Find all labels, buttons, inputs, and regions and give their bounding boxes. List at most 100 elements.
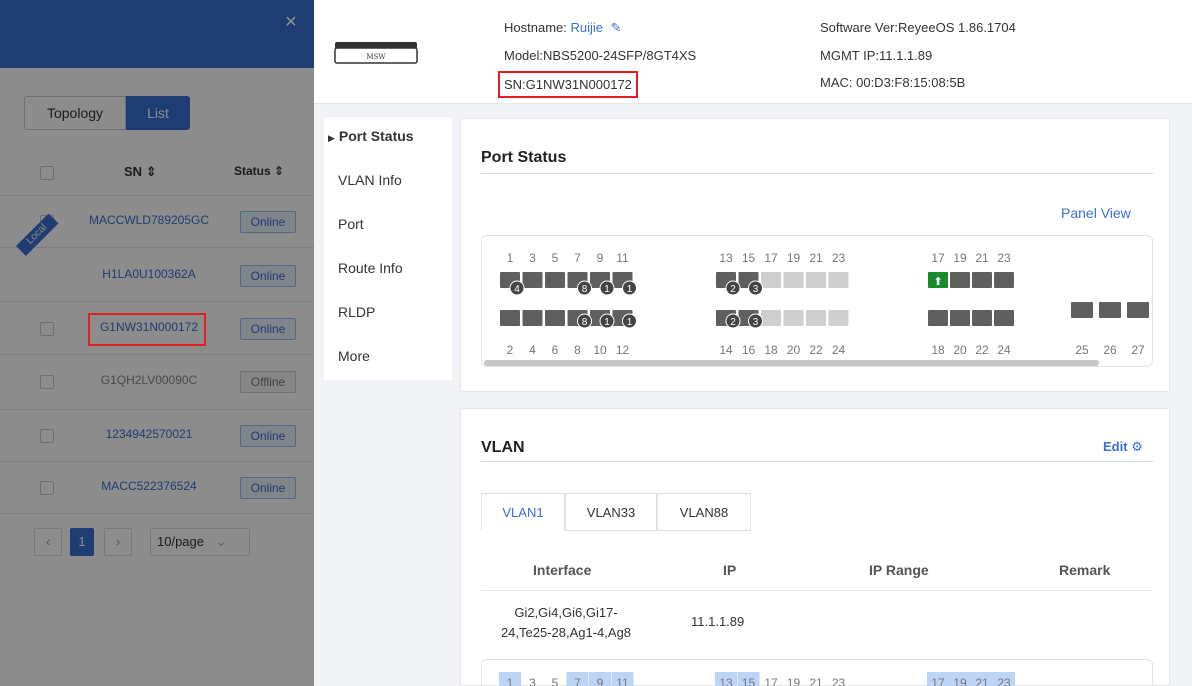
port-top[interactable] — [972, 272, 992, 288]
port-bottom[interactable] — [783, 310, 804, 326]
port-number-label[interactable]: 24 — [997, 343, 1011, 357]
topology-view-button[interactable]: Topology — [24, 96, 126, 130]
pencil-edit-icon[interactable]: ✎ — [611, 20, 622, 35]
selected-row-highlight — [88, 313, 206, 346]
list-item[interactable]: G1QH2LV00090C Offline — [0, 356, 314, 410]
port-number-label[interactable]: 15 — [742, 251, 756, 265]
port-top[interactable] — [828, 272, 849, 288]
port-bottom[interactable] — [950, 310, 970, 326]
port-number-label[interactable]: 7 — [574, 251, 581, 265]
port-bottom[interactable] — [928, 310, 948, 326]
port-number-label[interactable]: 9 — [597, 251, 604, 265]
port-number-label[interactable]: 14 — [719, 343, 733, 357]
port-number-label[interactable]: 27 — [1131, 343, 1145, 357]
device-sn-link[interactable]: H1LA0U100362A — [74, 267, 224, 281]
port-number-label[interactable]: 16 — [742, 343, 756, 357]
port-number-label[interactable]: 23 — [832, 251, 846, 265]
list-item[interactable]: H1LA0U100362A Online — [0, 249, 314, 302]
port-bottom[interactable] — [972, 310, 992, 326]
port-number-label[interactable]: 22 — [975, 343, 989, 357]
port-number-label[interactable]: 6 — [552, 343, 559, 357]
sn-column-header[interactable]: SN ⇕ — [124, 164, 157, 180]
port-number-label[interactable]: 19 — [953, 251, 967, 265]
port-top[interactable] — [545, 272, 565, 288]
horizontal-scrollbar[interactable] — [484, 360, 1099, 366]
port-number-label[interactable]: 22 — [809, 343, 823, 357]
table-cell-interface: Gi2,Gi4,Gi6,Gi17- 24,Te25-28,Ag1-4,Ag8 — [500, 605, 632, 640]
status-badge: Online — [240, 477, 296, 499]
port-number-label[interactable]: 25 — [1075, 343, 1089, 357]
prev-page-button[interactable]: ‹ — [34, 528, 62, 556]
port-bottom[interactable] — [545, 310, 565, 326]
port-number-label[interactable]: 17 — [931, 251, 945, 265]
port-number-label[interactable]: 24 — [832, 343, 846, 357]
port-bottom[interactable] — [806, 310, 826, 326]
nav-item-more[interactable]: More — [338, 348, 370, 364]
panel-view-link[interactable]: Panel View — [1061, 205, 1131, 221]
port-top[interactable] — [761, 272, 781, 288]
port-number-label[interactable]: 20 — [787, 343, 801, 357]
port-number-label[interactable]: 18 — [764, 343, 778, 357]
list-item[interactable]: MACC522376524 Online — [0, 462, 314, 514]
nav-item-vlan-info[interactable]: VLAN Info — [338, 172, 402, 188]
list-view-button[interactable]: List — [126, 96, 190, 130]
port-number-label[interactable]: 1 — [507, 251, 514, 265]
sort-icon[interactable]: ⇕ — [274, 164, 284, 178]
port-top[interactable] — [522, 272, 543, 288]
port-number-label[interactable]: 2 — [507, 343, 514, 357]
list-item[interactable]: 1234942570021 Online — [0, 410, 314, 462]
vlan-edit-button[interactable]: Edit ⚙ — [1103, 439, 1143, 455]
port-number-label[interactable]: 13 — [719, 251, 733, 265]
port-bottom[interactable] — [522, 310, 543, 326]
port-number-label[interactable]: 20 — [953, 343, 967, 357]
next-page-button[interactable]: › — [104, 528, 132, 556]
device-sn-link[interactable]: G1QH2LV00090C — [74, 373, 224, 387]
page-size-select[interactable]: 10/page ⌄ — [150, 528, 250, 556]
port-top[interactable] — [806, 272, 826, 288]
port-bottom[interactable] — [761, 310, 781, 326]
port-bottom[interactable] — [828, 310, 849, 326]
row-checkbox[interactable] — [40, 481, 54, 495]
row-checkbox[interactable] — [40, 429, 54, 443]
close-icon[interactable]: ✕ — [278, 6, 304, 40]
sort-icon[interactable]: ⇕ — [146, 164, 157, 179]
row-checkbox[interactable] — [40, 375, 54, 389]
device-sn-link[interactable]: 1234942570021 — [74, 427, 224, 441]
device-sn-link[interactable]: MACCWLD789205GC — [74, 213, 224, 227]
row-checkbox[interactable] — [40, 322, 54, 336]
port-number-label[interactable]: 19 — [787, 251, 801, 265]
port-number-label[interactable]: 12 — [616, 343, 630, 357]
nav-item-port-status[interactable]: ▶ Port Status — [328, 128, 414, 144]
tab-vlan88[interactable]: VLAN88 — [657, 493, 751, 531]
page-number-button[interactable]: 1 — [70, 528, 94, 556]
port-sfp[interactable] — [1127, 302, 1149, 318]
tab-vlan1[interactable]: VLAN1 — [481, 493, 565, 531]
port-number-label[interactable]: 26 — [1103, 343, 1117, 357]
port-bottom[interactable] — [500, 310, 520, 326]
port-number-label[interactable]: 21 — [809, 251, 823, 265]
port-number-label[interactable]: 21 — [975, 251, 989, 265]
port-number-label[interactable]: 4 — [529, 343, 536, 357]
port-number-label[interactable]: 18 — [931, 343, 945, 357]
port-number-label[interactable]: 8 — [574, 343, 581, 357]
hostname-value[interactable]: Ruijie — [570, 20, 603, 35]
port-top[interactable] — [783, 272, 804, 288]
tab-vlan33[interactable]: VLAN33 — [565, 493, 657, 531]
port-top[interactable] — [994, 272, 1014, 288]
port-number-label[interactable]: 3 — [529, 251, 536, 265]
port-top[interactable] — [950, 272, 970, 288]
port-sfp[interactable] — [1099, 302, 1121, 318]
port-number-label[interactable]: 5 — [552, 251, 559, 265]
port-sfp[interactable] — [1071, 302, 1093, 318]
port-number-label[interactable]: 11 — [616, 251, 629, 265]
status-column-header[interactable]: Status ⇕ — [234, 164, 284, 178]
select-all-checkbox[interactable] — [40, 166, 54, 180]
port-number-label[interactable]: 10 — [593, 343, 607, 357]
nav-item-port[interactable]: Port — [338, 216, 364, 232]
device-sn-link[interactable]: MACC522376524 — [74, 479, 224, 493]
nav-item-rldp[interactable]: RLDP — [338, 304, 375, 320]
port-bottom[interactable] — [994, 310, 1014, 326]
nav-item-route-info[interactable]: Route Info — [338, 260, 403, 276]
port-number-label[interactable]: 17 — [764, 251, 778, 265]
port-number-label[interactable]: 23 — [997, 251, 1011, 265]
